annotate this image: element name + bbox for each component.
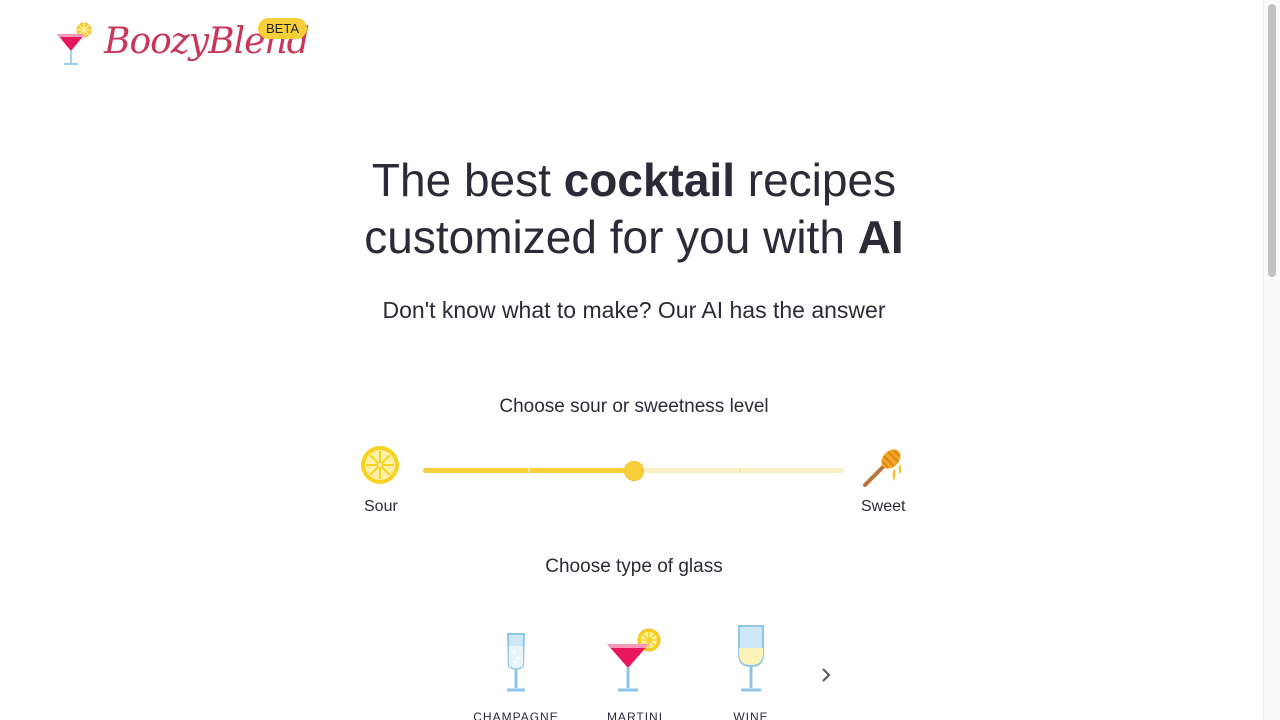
glass-name: CHAMPAGNE bbox=[473, 710, 559, 720]
sweetness-slider[interactable] bbox=[423, 460, 844, 482]
sweet-label: Sweet bbox=[861, 498, 906, 515]
glass-name: MARTINI bbox=[606, 710, 664, 720]
hero-title-bold: AI bbox=[857, 211, 904, 263]
scrollbar-thumb[interactable] bbox=[1268, 4, 1276, 277]
champagne-glass-icon bbox=[506, 633, 526, 692]
slider-thumb[interactable] bbox=[624, 461, 644, 481]
page: BoozyBlend BETA The best cocktail recipe… bbox=[0, 0, 1280, 720]
glass-option-wine[interactable]: WINE bbox=[701, 624, 801, 720]
glass-option-martini[interactable]: MARTINI bbox=[585, 624, 685, 720]
glass-option-champagne[interactable]: CHAMPAGNE bbox=[466, 624, 566, 720]
hero-title-text: customized for you with bbox=[364, 211, 858, 263]
martini-glass-icon bbox=[607, 628, 661, 692]
glass-name: WINE bbox=[733, 710, 769, 720]
hero-title-text: recipes bbox=[735, 154, 897, 206]
wine-glass-icon bbox=[738, 625, 764, 692]
hero-title-text: The best bbox=[371, 154, 564, 206]
hero-title-bold: cocktail bbox=[563, 154, 735, 206]
slider-tick bbox=[528, 468, 530, 473]
chevron-right-icon[interactable] bbox=[816, 664, 836, 688]
slider-tick bbox=[739, 468, 741, 473]
scrollbar[interactable] bbox=[1263, 0, 1280, 720]
brand-logo[interactable]: BoozyBlend BETA bbox=[54, 18, 310, 68]
hero-subtitle: Don't know what to make? Our AI has the … bbox=[382, 297, 886, 323]
honey-dipper-icon bbox=[863, 449, 902, 487]
beta-badge: BETA bbox=[258, 18, 307, 39]
sweetness-label: Choose sour or sweetness level bbox=[499, 396, 769, 417]
glass-label: Choose type of glass bbox=[545, 556, 723, 577]
lemon-icon bbox=[361, 446, 399, 484]
cocktail-logo-icon bbox=[57, 22, 92, 65]
sour-label: Sour bbox=[364, 498, 398, 515]
hero-title: The best cocktail recipes customized for… bbox=[0, 152, 1268, 266]
